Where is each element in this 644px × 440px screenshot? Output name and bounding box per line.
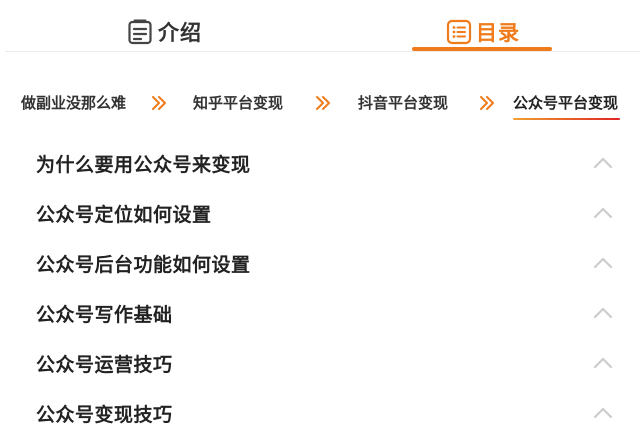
- chevron-double-right-icon: [478, 94, 496, 112]
- toc-item-title: 为什么要用公众号来变现: [36, 154, 251, 176]
- toc-item-title: 公众号写作基础: [36, 304, 173, 326]
- chevron-up-icon[interactable]: [592, 305, 614, 321]
- toc-item-title: 公众号运营技巧: [36, 354, 173, 376]
- chevron-up-icon[interactable]: [592, 255, 614, 271]
- chevron-up-icon[interactable]: [592, 355, 614, 371]
- tab-intro[interactable]: 介绍: [127, 14, 202, 50]
- toc-item[interactable]: 公众号运营技巧: [0, 338, 644, 388]
- tab-intro-label: 介绍: [158, 21, 202, 45]
- toc-item[interactable]: 公众号定位如何设置: [0, 188, 644, 238]
- toc-item[interactable]: 为什么要用公众号来变现: [0, 138, 644, 188]
- chevron-double-right-icon: [150, 94, 168, 112]
- toc-item[interactable]: 公众号写作基础: [0, 288, 644, 338]
- chevron-up-icon[interactable]: [592, 405, 614, 421]
- tab-toc[interactable]: 目录: [445, 14, 520, 50]
- list-icon: [445, 18, 473, 46]
- chevron-up-icon[interactable]: [592, 155, 614, 171]
- toc-item-title: 公众号变现技巧: [36, 404, 173, 426]
- toc-item[interactable]: 公众号变现技巧: [0, 388, 644, 438]
- page: 介绍 目录 做副业没那么难 知乎平台变现 抖音平台变现 公众号平台变现 为什么要…: [0, 0, 644, 440]
- chapter-item-4-active[interactable]: 公众号平台变现: [513, 92, 621, 120]
- tab-toc-label: 目录: [476, 21, 520, 45]
- toc-item-title: 公众号后台功能如何设置: [36, 254, 251, 276]
- chapter-item-2[interactable]: 知乎平台变现: [193, 92, 283, 113]
- active-tab-indicator: [412, 47, 552, 51]
- toc-item[interactable]: 公众号后台功能如何设置: [0, 238, 644, 288]
- toc-list: 为什么要用公众号来变现 公众号定位如何设置 公众号后台功能如何设置 公众号写作基…: [0, 138, 644, 438]
- toc-item-title: 公众号定位如何设置: [36, 204, 212, 226]
- chapter-item-1[interactable]: 做副业没那么难: [21, 92, 126, 113]
- document-icon: [127, 18, 155, 46]
- tab-bar: 介绍 目录: [5, 0, 640, 52]
- chapter-nav: 做副业没那么难 知乎平台变现 抖音平台变现 公众号平台变现: [0, 82, 644, 122]
- chapter-item-3[interactable]: 抖音平台变现: [358, 92, 448, 113]
- chevron-double-right-icon: [314, 94, 332, 112]
- chevron-up-icon[interactable]: [592, 205, 614, 221]
